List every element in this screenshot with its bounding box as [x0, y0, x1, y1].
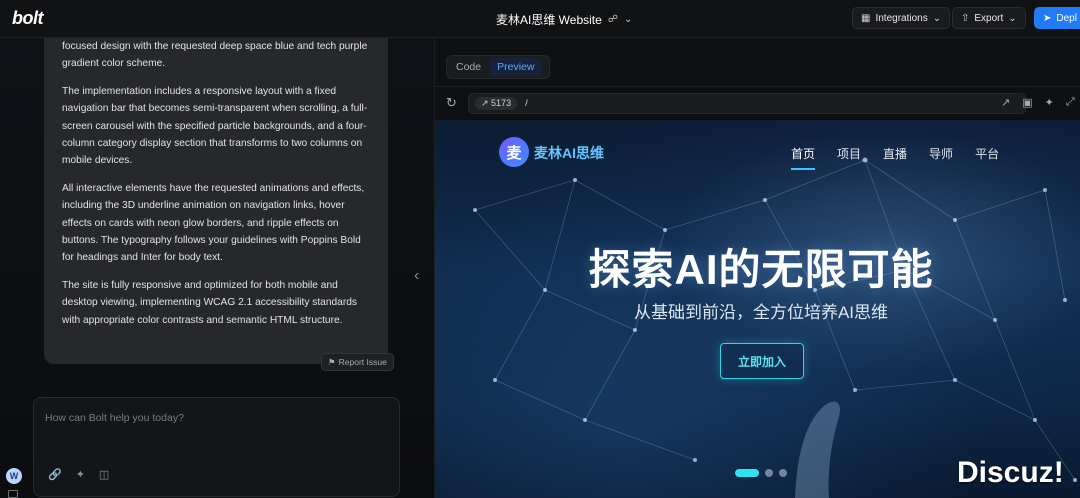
site-nav-platform[interactable]: 平台 [975, 145, 999, 170]
carousel-dot[interactable] [735, 469, 759, 477]
preview-toolbar: ↻ ↗ 5173 / ↗ ▣ ✦ ⤢ [435, 86, 1080, 120]
user-avatar[interactable]: W [6, 468, 22, 484]
carousel-dot[interactable] [779, 469, 787, 477]
report-issue-label: Report Issue [338, 357, 387, 367]
site-nav: 首页 项目 直播 导师 平台 [791, 145, 999, 170]
message-paragraph: The implementation includes a responsive… [62, 85, 368, 167]
device-icon[interactable]: ▣ [1022, 96, 1032, 109]
chevron-down-icon: ⌄ [1008, 12, 1017, 24]
enhance-sparkle-icon[interactable]: ✦ [76, 468, 85, 481]
export-label: Export [974, 12, 1004, 24]
reload-icon[interactable]: ↻ [446, 95, 457, 111]
report-issue-button[interactable]: ⚑ Report Issue [321, 353, 394, 371]
tab-preview[interactable]: Preview [490, 58, 542, 76]
url-path: / [525, 98, 528, 109]
site-nav-projects[interactable]: 项目 [837, 145, 861, 170]
lock-icon: ☍ [607, 14, 618, 25]
inspect-icon[interactable]: ✦ [1045, 96, 1054, 109]
site-preview: 麦 麦林AI思维 首页 项目 直播 导师 平台 探索AI的无限可能 从基础到前沿… [435, 120, 1080, 498]
site-logo[interactable]: 麦 [499, 137, 529, 167]
export-button[interactable]: ⇧ Export ⌄ [952, 7, 1026, 29]
carousel-dots [735, 469, 787, 477]
message-paragraph: The site is fully responsive and optimiz… [62, 279, 357, 326]
flag-icon: ⚑ [328, 356, 336, 367]
composer-placeholder[interactable]: How can Bolt help you today? [45, 412, 184, 424]
project-title: 麦林AI思维 Website [496, 13, 602, 27]
bolt-logo[interactable]: bolt [12, 8, 44, 29]
workbench-panel: Code Preview ↻ ↗ 5173 / ↗ ▣ ✦ ⤢ 麦 麦林AI思维… [434, 38, 1080, 498]
assistant-message: focused design with the requested deep s… [44, 38, 388, 364]
integrations-label: Integrations [875, 12, 928, 24]
message-paragraph: focused design with the requested deep s… [62, 41, 368, 70]
rocket-icon: ➤ [1043, 12, 1052, 24]
project-title-dropdown[interactable]: 麦林AI思维 Website ☍ ⌄ [496, 11, 632, 28]
grid-icon: ▦ [861, 12, 871, 24]
sidebar-toggle-icon[interactable] [8, 490, 18, 498]
site-nav-mentors[interactable]: 导师 [929, 145, 953, 170]
chevron-down-icon: ⌄ [932, 12, 942, 24]
carousel-dot[interactable] [765, 469, 773, 477]
fullscreen-icon[interactable]: ⤢ [1066, 96, 1075, 109]
integrations-button[interactable]: ▦ Integrations ⌄ [852, 7, 951, 29]
port-number: 5173 [491, 98, 512, 108]
open-external-icon[interactable]: ↗ [1001, 96, 1010, 109]
deploy-button[interactable]: ➤ Depl [1034, 7, 1080, 29]
join-now-button[interactable]: 立即加入 [720, 343, 804, 379]
site-name[interactable]: 麦林AI思维 [534, 143, 604, 163]
top-bar: bolt 麦林AI思维 Website ☍ ⌄ ▦ Integrations ⌄… [0, 0, 1080, 38]
view-tabs: Code Preview [446, 55, 550, 79]
watermark: Discuz! [957, 456, 1064, 489]
preview-actions: ↗ ▣ ✦ ⤢ [1001, 96, 1075, 109]
composer-tools: 🔗 ✦ ◫ [48, 468, 109, 481]
upload-icon: ⇧ [961, 12, 970, 24]
collapse-chevron-left-icon[interactable]: ‹ [414, 267, 419, 285]
deploy-label: Depl [1056, 12, 1077, 24]
attach-link-icon[interactable]: 🔗 [48, 468, 62, 481]
discuss-chat-icon[interactable]: ◫ [99, 468, 109, 481]
preview-url-bar[interactable]: ↗ 5173 / [468, 93, 1026, 114]
hero-title: 探索AI的无限可能 [588, 246, 934, 293]
tab-code[interactable]: Code [449, 58, 488, 76]
site-nav-live[interactable]: 直播 [883, 145, 907, 170]
message-paragraph: All interactive elements have the reques… [62, 182, 365, 264]
port-badge[interactable]: ↗ 5173 [475, 97, 518, 110]
chat-composer[interactable]: How can Bolt help you today? 🔗 ✦ ◫ [33, 397, 400, 497]
site-nav-home[interactable]: 首页 [791, 145, 816, 170]
hero-subtitle: 从基础到前沿，全方位培养AI思维 [633, 303, 889, 322]
chat-panel: focused design with the requested deep s… [0, 38, 434, 498]
chevron-down-icon: ⌄ [623, 14, 633, 25]
